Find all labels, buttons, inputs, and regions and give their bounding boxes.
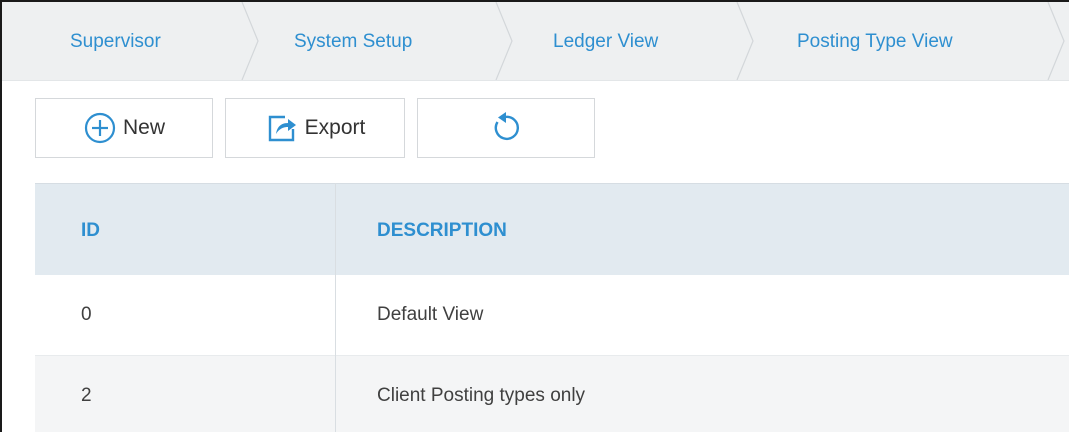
app-frame: Supervisor System Setup Ledger View Post… (0, 0, 1069, 432)
cell-description: Client Posting types only (377, 385, 586, 406)
export-button[interactable]: Export (225, 98, 405, 158)
posting-type-view-table: ID DESCRIPTION 0 Default View 2 Client P… (35, 183, 1069, 432)
column-header-description[interactable]: DESCRIPTION (377, 184, 507, 275)
new-button-label: New (122, 116, 165, 139)
add-circle-icon (83, 111, 117, 145)
breadcrumb-separator (1046, 2, 1066, 80)
column-header-id[interactable]: ID (81, 184, 100, 275)
table-row[interactable]: 0 Default View (35, 275, 1069, 356)
table-row[interactable]: 2 Client Posting types only (35, 356, 1069, 432)
breadcrumb: Supervisor System Setup Ledger View Post… (2, 2, 1069, 81)
column-divider (335, 183, 336, 432)
breadcrumb-separator (735, 2, 755, 80)
new-button[interactable]: New (35, 98, 213, 158)
table-header: ID DESCRIPTION (35, 183, 1069, 275)
cell-id: 0 (81, 304, 92, 325)
cell-id: 2 (81, 385, 92, 406)
breadcrumb-item-posting-type-view[interactable]: Posting Type View (797, 2, 953, 80)
breadcrumb-separator (240, 2, 260, 80)
export-icon (265, 111, 299, 145)
refresh-button[interactable] (417, 98, 595, 158)
breadcrumb-separator (494, 2, 514, 80)
breadcrumb-item-system-setup[interactable]: System Setup (294, 2, 412, 80)
breadcrumb-item-ledger-view[interactable]: Ledger View (553, 2, 658, 80)
breadcrumb-item-supervisor[interactable]: Supervisor (70, 2, 161, 80)
export-button-label: Export (304, 116, 366, 139)
cell-description: Default View (377, 304, 484, 325)
refresh-icon (489, 111, 523, 145)
